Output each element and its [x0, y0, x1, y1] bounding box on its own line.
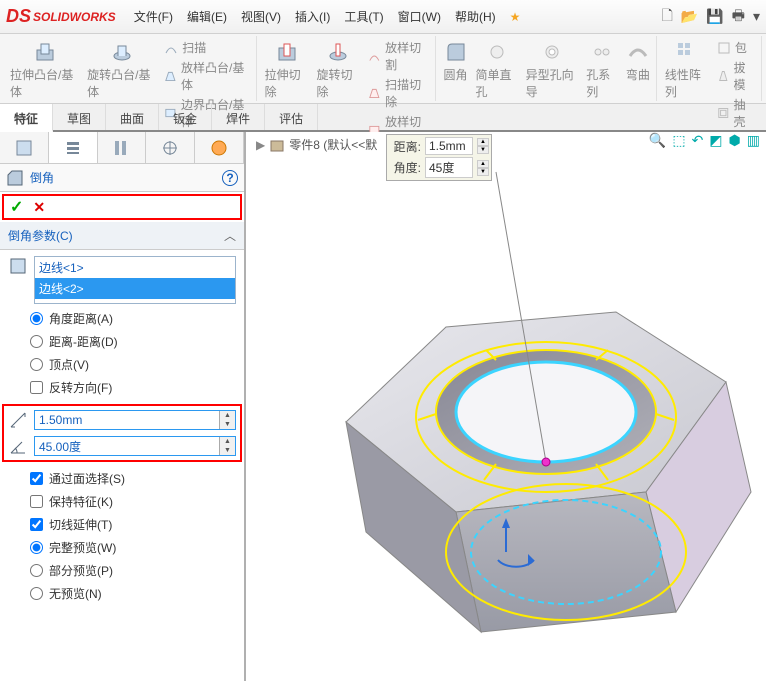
tab-sheetmetal[interactable]: 钣金	[159, 104, 212, 130]
chamfer-params-header[interactable]: 倒角参数(C) ︿	[0, 222, 244, 250]
menu-tools[interactable]: 工具(T)	[338, 4, 389, 29]
fillet-button[interactable]: 圆角	[442, 38, 470, 102]
more-icon[interactable]: ▾	[753, 8, 760, 25]
tab-sketch[interactable]: 草图	[53, 104, 106, 130]
menu-window[interactable]: 窗口(W)	[392, 4, 447, 29]
view-orient-icon[interactable]: ⬢	[729, 132, 741, 149]
help-icon[interactable]: ?	[222, 170, 238, 186]
ptab-appearance[interactable]	[195, 132, 244, 163]
draft-button[interactable]: 拔模	[715, 58, 757, 94]
radio-partial-preview[interactable]: 部分预览(P)	[30, 562, 236, 579]
spin-up-icon[interactable]: ▲	[477, 138, 489, 146]
print-icon[interactable]: 🖶	[732, 5, 745, 29]
checkbox-keep-features[interactable]: 保持特征(K)	[30, 493, 236, 510]
menu-insert[interactable]: 插入(I)	[289, 4, 336, 29]
callout-dist-label: 距离:	[389, 138, 421, 155]
expand-arrow-icon[interactable]: ▶	[256, 138, 265, 152]
spin-down-icon[interactable]: ▼	[220, 420, 235, 429]
zoom-area-icon[interactable]: ⬚	[672, 132, 685, 149]
heads-up-toolbar: 🔍 ⬚ ↶ ◩ ⬢ ▥	[649, 132, 760, 149]
tab-features[interactable]: 特征	[0, 104, 53, 132]
list-item[interactable]: 边线<2>	[35, 278, 235, 299]
radio-vertex[interactable]: 顶点(V)	[30, 356, 236, 373]
ptab-config[interactable]	[98, 132, 147, 163]
part-name: 零件8 (默认<<默	[289, 136, 377, 153]
chevron-up-icon: ︿	[224, 227, 236, 244]
part-icon	[269, 137, 285, 153]
simple-hole-button[interactable]: 简单直孔	[474, 38, 520, 102]
radio-no-preview[interactable]: 无预览(N)	[30, 585, 236, 602]
checkbox-tangent[interactable]: 切线延伸(T)	[30, 516, 236, 533]
sweep-button[interactable]: 扫描	[162, 38, 251, 57]
checkbox-face-select[interactable]: 通过面选择(S)	[30, 470, 236, 487]
graphics-viewport[interactable]: ▶ 零件8 (默认<<默 距离: 1.5mm ▲▼ 角度: 45度 ▲▼ 🔍 ⬚…	[246, 132, 766, 681]
menu-file[interactable]: 文件(F)	[128, 4, 179, 29]
model-rendering	[246, 162, 766, 682]
property-manager: 倒角 ? ✓ ✕ 倒角参数(C) ︿ 边线<1> 边线<2> 角度距离(A) 距…	[0, 132, 246, 681]
edge-select-icon	[8, 256, 28, 276]
ptab-dimxpert[interactable]	[146, 132, 195, 163]
open-icon[interactable]: 📂	[681, 8, 698, 25]
feature-title: 倒角	[30, 169, 216, 186]
checkbox-flip[interactable]: 反转方向(F)	[30, 379, 236, 396]
save-icon[interactable]: 💾	[706, 8, 723, 25]
display-style-icon[interactable]: ▥	[747, 132, 760, 149]
loft-cut-button[interactable]: 扫描切除	[366, 75, 430, 111]
ptab-property-manager[interactable]	[49, 132, 98, 163]
angle-input[interactable]: ▲▼	[34, 436, 236, 456]
app-logo: DSSOLIDWORKS	[6, 6, 116, 27]
hole-series-button[interactable]: 孔系列	[584, 38, 620, 102]
wrap-button[interactable]: 包	[715, 38, 757, 57]
section-view-icon[interactable]: ◩	[709, 132, 722, 149]
menu-help[interactable]: 帮助(H)	[449, 4, 502, 29]
title-bar: DSSOLIDWORKS 文件(F) 编辑(E) 视图(V) 插入(I) 工具(…	[0, 0, 766, 34]
tab-weldment[interactable]: 焊件	[212, 104, 265, 130]
callout-dist-value[interactable]: 1.5mm	[425, 137, 473, 155]
spin-up-icon[interactable]: ▲	[220, 437, 235, 446]
spin-down-icon[interactable]: ▼	[477, 146, 489, 154]
hole-wizard-button[interactable]: 异型孔向导	[524, 38, 581, 102]
tab-surface[interactable]: 曲面	[106, 104, 159, 130]
edge-selection-list[interactable]: 边线<1> 边线<2>	[34, 256, 236, 304]
section-label: 倒角参数(C)	[8, 227, 73, 244]
shell-button[interactable]: 抽壳	[715, 95, 757, 131]
menu-edit[interactable]: 编辑(E)	[181, 4, 233, 29]
angle-icon	[8, 436, 28, 456]
confirm-row: ✓ ✕	[2, 194, 242, 220]
distance-icon	[8, 410, 28, 430]
linear-pattern-button[interactable]: 线性阵列	[663, 38, 711, 131]
ok-button[interactable]: ✓	[10, 197, 23, 217]
sweep-cut-button[interactable]: 放样切割	[366, 38, 430, 74]
spin-down-icon[interactable]: ▼	[220, 446, 235, 455]
ptab-feature-tree[interactable]	[0, 132, 49, 163]
flex-button[interactable]: 弯曲	[624, 38, 652, 102]
distance-angle-params: ▲▼ ▲▼	[2, 404, 242, 462]
tab-evaluate[interactable]: 评估	[265, 104, 318, 130]
radio-full-preview[interactable]: 完整预览(W)	[30, 539, 236, 556]
cancel-button[interactable]: ✕	[33, 199, 45, 216]
radio-angle-distance[interactable]: 角度距离(A)	[30, 310, 236, 327]
distance-input[interactable]: ▲▼	[34, 410, 236, 430]
feature-tree-flyout[interactable]: ▶ 零件8 (默认<<默	[256, 136, 377, 153]
chamfer-icon	[6, 169, 24, 187]
menu-view[interactable]: 视图(V)	[235, 4, 287, 29]
panel-tabs	[0, 132, 244, 164]
loft-button[interactable]: 放样凸台/基体	[162, 58, 251, 94]
radio-distance-distance[interactable]: 距离-距离(D)	[30, 333, 236, 350]
feature-header: 倒角 ?	[0, 164, 244, 192]
new-icon[interactable]: 🗋	[662, 5, 673, 29]
menu-star-icon[interactable]: ★	[504, 6, 527, 28]
spin-up-icon[interactable]: ▲	[220, 411, 235, 420]
list-item[interactable]: 边线<1>	[35, 257, 235, 278]
quick-access: 🗋 📂 💾 🖶 ▾	[662, 5, 760, 29]
prev-view-icon[interactable]: ↶	[692, 132, 704, 149]
ribbon: 拉伸凸台/基体 旋转凸台/基体 扫描 放样凸台/基体 边界凸台/基体 拉伸切除 …	[0, 34, 766, 104]
zoom-fit-icon[interactable]: 🔍	[649, 132, 666, 149]
